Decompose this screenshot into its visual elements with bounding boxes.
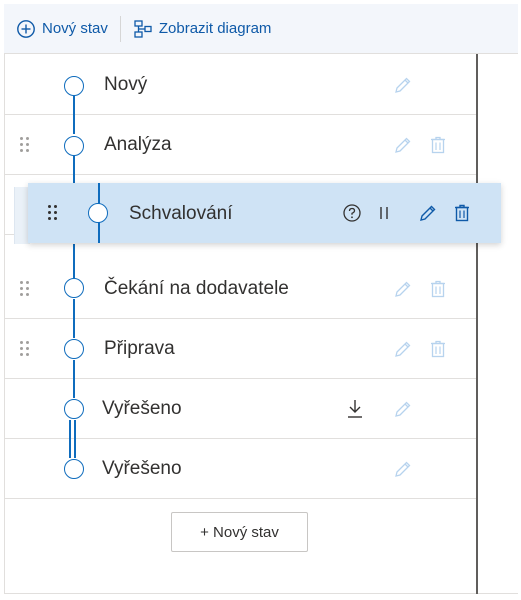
timeline-connector: [73, 156, 75, 184]
show-diagram-button[interactable]: Zobrazit diagram: [121, 4, 284, 53]
drag-handle-icon[interactable]: [20, 137, 32, 153]
state-label: Analýza: [104, 134, 172, 155]
pause-icon[interactable]: [377, 203, 393, 223]
trash-icon[interactable]: [428, 339, 448, 359]
timeline-connector: [74, 420, 76, 458]
state-label: Připrava: [104, 338, 175, 359]
drag-handle-icon[interactable]: [20, 281, 32, 297]
timeline-connector: [69, 420, 71, 458]
pencil-icon[interactable]: [393, 339, 413, 359]
state-row[interactable]: Nový: [4, 55, 476, 115]
flowchart-icon: [133, 19, 153, 39]
drag-handle-icon[interactable]: [20, 341, 32, 357]
pencil-icon[interactable]: [393, 399, 413, 419]
timeline-connector: [73, 299, 75, 338]
trash-icon[interactable]: [428, 279, 448, 299]
state-node: [64, 399, 84, 419]
state-node: [64, 278, 84, 298]
pencil-icon[interactable]: [393, 459, 413, 479]
state-node: [64, 136, 84, 156]
trash-icon[interactable]: [452, 203, 472, 223]
plus-circle-icon: [16, 19, 36, 39]
question-circle-icon[interactable]: [342, 203, 362, 223]
pencil-icon[interactable]: [393, 279, 413, 299]
state-row-dragging[interactable]: Schvalování: [28, 183, 501, 243]
state-node: [64, 76, 84, 96]
pencil-icon[interactable]: [418, 203, 438, 223]
state-row[interactable]: Připrava: [4, 319, 476, 379]
download-icon[interactable]: [346, 398, 364, 420]
pencil-icon[interactable]: [393, 75, 413, 95]
timeline-connector: [73, 244, 75, 278]
state-node: [64, 459, 84, 479]
new-state-toolbar-button[interactable]: Nový stav: [4, 4, 120, 53]
state-node: [64, 339, 84, 359]
panel-splitter[interactable]: [476, 54, 478, 594]
toolbar: Nový stav Zobrazit diagram: [4, 4, 518, 54]
timeline-connector: [73, 96, 75, 134]
state-label: Vyřešeno: [102, 398, 182, 419]
state-node: [88, 203, 108, 223]
timeline-connector: [73, 360, 75, 398]
state-label: Vyřešeno: [102, 458, 182, 479]
trash-icon[interactable]: [428, 135, 448, 155]
state-row[interactable]: Čekání na dodavatele: [4, 259, 476, 319]
state-label: Čekání na dodavatele: [104, 278, 289, 299]
state-row[interactable]: Analýza: [4, 115, 476, 175]
drag-handle-icon[interactable]: [48, 205, 60, 221]
state-label: Nový: [104, 74, 148, 95]
pencil-icon[interactable]: [393, 135, 413, 155]
state-label: Schvalování: [129, 203, 233, 224]
new-state-toolbar-label: Nový stav: [42, 20, 108, 37]
add-state-button[interactable]: + Nový stav: [171, 512, 308, 552]
show-diagram-label: Zobrazit diagram: [158, 20, 272, 37]
